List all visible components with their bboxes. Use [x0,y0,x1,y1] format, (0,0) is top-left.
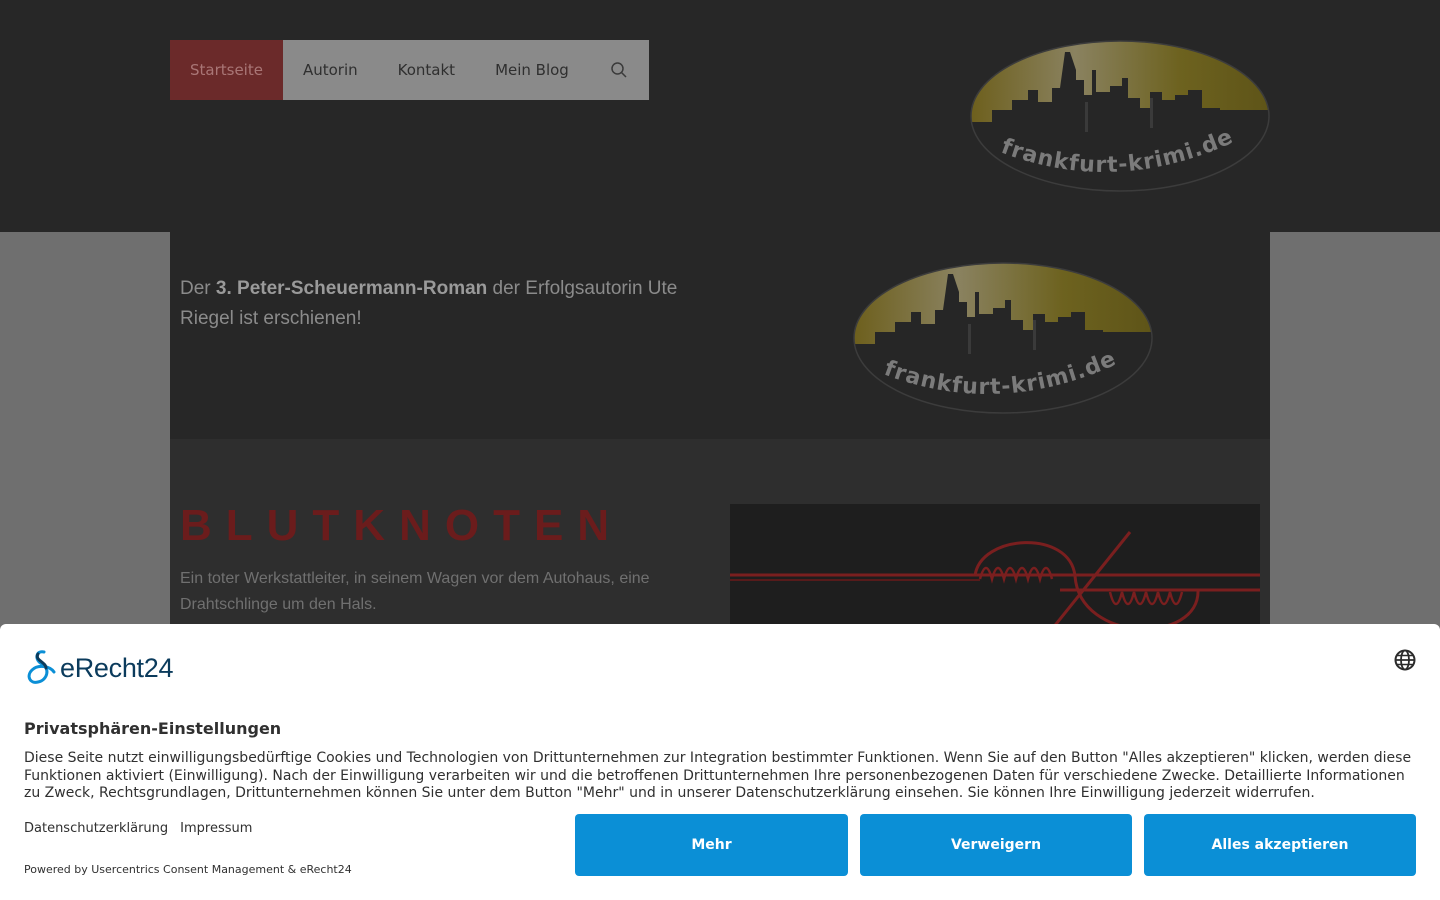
globe-icon[interactable] [1394,649,1416,671]
erecht24-logo: eRecht24 [24,648,173,688]
more-button[interactable]: Mehr [575,814,848,876]
accept-all-button[interactable]: Alles akzeptieren [1144,814,1416,876]
nav-item-autorin[interactable]: Autorin [283,40,378,100]
nav-item-kontakt[interactable]: Kontakt [378,40,475,100]
privacy-policy-link[interactable]: Datenschutzerklärung [24,821,168,836]
search-button[interactable] [589,40,649,100]
main-nav: Startseite Autorin Kontakt Mein Blog [170,40,649,100]
hero-text: Der 3. Peter-Scheuermann-Roman der Erfol… [180,278,678,329]
knot-illustration [730,531,1260,645]
erecht24-logo-icon [27,650,56,684]
consent-dialog: eRecht24 Privatsphären-Einstellungen Die… [0,624,1440,900]
nav-item-mein-blog[interactable]: Mein Blog [475,40,589,100]
powered-by-text: Powered by Usercentrics Consent Manageme… [24,863,352,876]
book-section: BLUTKNOTEN Ein toter Werkstattleiter, in… [170,439,1270,645]
deny-button[interactable]: Verweigern [860,814,1132,876]
book-title: BLUTKNOTEN [180,501,624,550]
consent-links: Datenschutzerklärung Impressum [24,821,252,836]
book-cover-image [730,504,1260,645]
imprint-link[interactable]: Impressum [180,821,252,836]
search-icon [611,62,627,78]
site-header: Startseite Autorin Kontakt Mein Blog fra… [0,0,1440,232]
consent-title: Privatsphären-Einstellungen [24,719,282,738]
book-description: Ein toter Werkstattleiter, in seinem Wag… [180,570,650,613]
hero-logo: frankfurt-krimi.de [853,262,1153,414]
consent-text: Diese Seite nutzt einwilligungsbedürftig… [24,750,1412,801]
hero-section: Der 3. Peter-Scheuermann-Roman der Erfol… [170,232,1270,439]
erecht24-brand-name: eRecht24 [60,652,174,683]
site-logo[interactable]: frankfurt-krimi.de [970,40,1270,192]
nav-item-startseite[interactable]: Startseite [170,40,283,100]
